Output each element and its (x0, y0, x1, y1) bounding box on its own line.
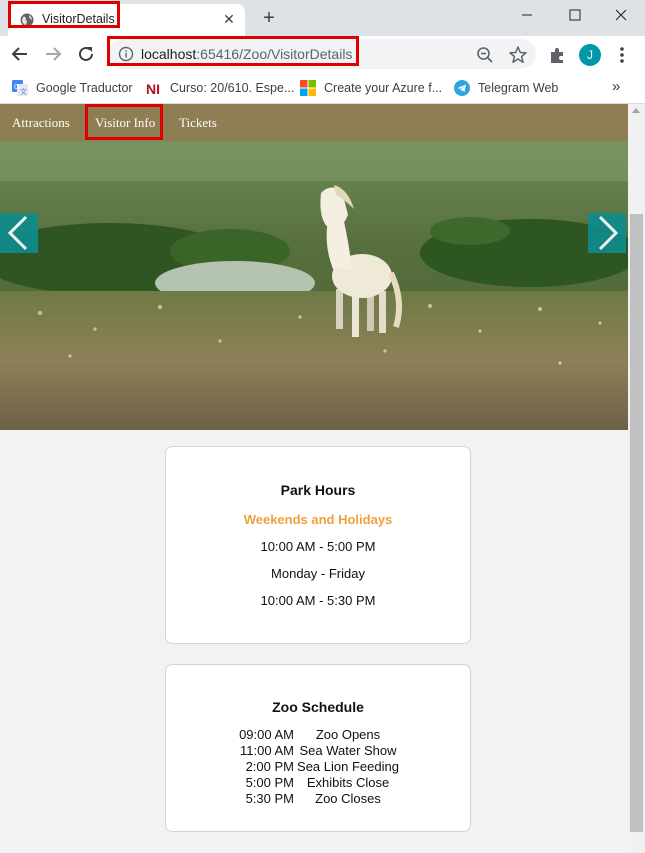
svg-text:G: G (14, 84, 19, 91)
maximize-button[interactable] (552, 0, 598, 30)
star-icon[interactable] (508, 45, 528, 65)
zoo-schedule-title: Zoo Schedule (272, 699, 364, 715)
minimize-button[interactable] (504, 0, 550, 30)
nav-link-tickets[interactable]: Tickets (179, 115, 217, 131)
google-translate-icon: G 文 (12, 80, 28, 96)
carousel-prev-button[interactable] (0, 213, 38, 253)
reload-button[interactable] (74, 42, 98, 66)
kebab-menu-icon[interactable] (614, 45, 630, 65)
arrow-right-icon (46, 47, 62, 61)
back-button[interactable] (8, 42, 32, 66)
bookmark-label: Curso: 20/610. Espe... (170, 81, 295, 95)
profile-avatar[interactable]: J (579, 44, 601, 66)
park-hours-card: Park Hours Weekends and Holidays 10:00 A… (165, 446, 471, 644)
scrollbar-thumb[interactable] (630, 214, 643, 832)
park-hours-title: Park Hours (280, 482, 356, 498)
bookmark-google-translate[interactable]: G 文 Google Traductor (12, 79, 133, 97)
chevron-left-icon (7, 215, 28, 251)
weekday-hours: 10:00 AM - 5:30 PM (260, 593, 376, 608)
highlight-box-url (107, 36, 359, 66)
tab-close-icon[interactable]: ✕ (221, 11, 237, 27)
bookmark-label: Create your Azure f... (324, 81, 443, 95)
schedule-event: Sea Lion Feeding (297, 759, 399, 774)
new-tab-button[interactable]: + (258, 8, 280, 30)
schedule-time: 5:00 PM (245, 775, 294, 790)
svg-text:NI: NI (146, 81, 160, 96)
hero-carousel (0, 141, 628, 430)
ni-icon: NI (146, 81, 160, 96)
schedule-list: 09:00 AM Zoo Opens 11:00 AM Sea Water Sh… (166, 727, 470, 807)
minimize-icon (522, 14, 532, 16)
schedule-event: Sea Water Show (299, 743, 397, 758)
chevron-right-icon (598, 215, 619, 251)
bookmark-telegram[interactable]: Telegram Web (454, 79, 558, 97)
bookmark-label: Telegram Web (478, 81, 559, 95)
schedule-row: 09:00 AM Zoo Opens (166, 727, 470, 743)
more-bookmarks-button[interactable]: » (612, 78, 620, 95)
tab-strip: VisitorDetails ✕ + (0, 0, 645, 36)
schedule-event: Zoo Closes (315, 791, 381, 806)
schedule-time: 5:30 PM (245, 791, 294, 806)
arrow-left-icon (11, 47, 27, 61)
highlight-box-nav (85, 104, 163, 140)
schedule-event: Exhibits Close (306, 775, 390, 790)
scroll-up-arrow-icon[interactable] (632, 108, 640, 113)
schedule-row: 11:00 AM Sea Water Show (166, 743, 470, 759)
weekday-label: Monday - Friday (271, 566, 365, 581)
weekend-hours: 10:00 AM - 5:00 PM (260, 539, 376, 554)
weekends-holidays-label: Weekends and Holidays (243, 512, 393, 527)
bookmark-label: Google Traductor (36, 81, 133, 95)
site-nav-bar: Attractions Visitor Info Tickets (0, 104, 628, 141)
zoo-schedule-card: Zoo Schedule 09:00 AM Zoo Opens 11:00 AM… (165, 664, 471, 832)
bookmarks-bar: G 文 Google Traductor NI Curso: 20/610. E… (0, 72, 645, 104)
schedule-row: 5:00 PM Exhibits Close (166, 775, 470, 791)
schedule-row: 5:30 PM Zoo Closes (166, 791, 470, 807)
carousel-next-button[interactable] (588, 213, 626, 253)
hero-image-white-horse (0, 141, 628, 430)
highlight-box-tab (8, 1, 120, 28)
web-page: Attractions Visitor Info Tickets Park Ho… (0, 104, 628, 853)
reload-icon (79, 46, 93, 61)
schedule-time: 09:00 AM (239, 727, 294, 742)
schedule-time: 2:00 PM (245, 759, 294, 774)
telegram-icon (454, 80, 470, 96)
forward-button[interactable] (41, 42, 65, 66)
close-icon (615, 9, 627, 21)
zoom-icon[interactable] (476, 46, 494, 64)
close-window-button[interactable] (598, 0, 644, 30)
schedule-event: Zoo Opens (315, 727, 381, 742)
bookmark-azure[interactable]: Create your Azure f... (300, 79, 442, 97)
page-scrollbar[interactable] (628, 104, 645, 853)
svg-text:文: 文 (20, 87, 27, 96)
microsoft-icon (300, 80, 316, 96)
nav-link-attractions[interactable]: Attractions (12, 115, 70, 131)
maximize-icon (569, 9, 581, 21)
bookmark-curso[interactable]: NI Curso: 20/610. Espe... (146, 79, 294, 97)
extensions-puzzle-icon[interactable] (548, 45, 568, 65)
schedule-row: 2:00 PM Sea Lion Feeding (166, 759, 470, 775)
schedule-time: 11:00 AM (240, 743, 294, 758)
